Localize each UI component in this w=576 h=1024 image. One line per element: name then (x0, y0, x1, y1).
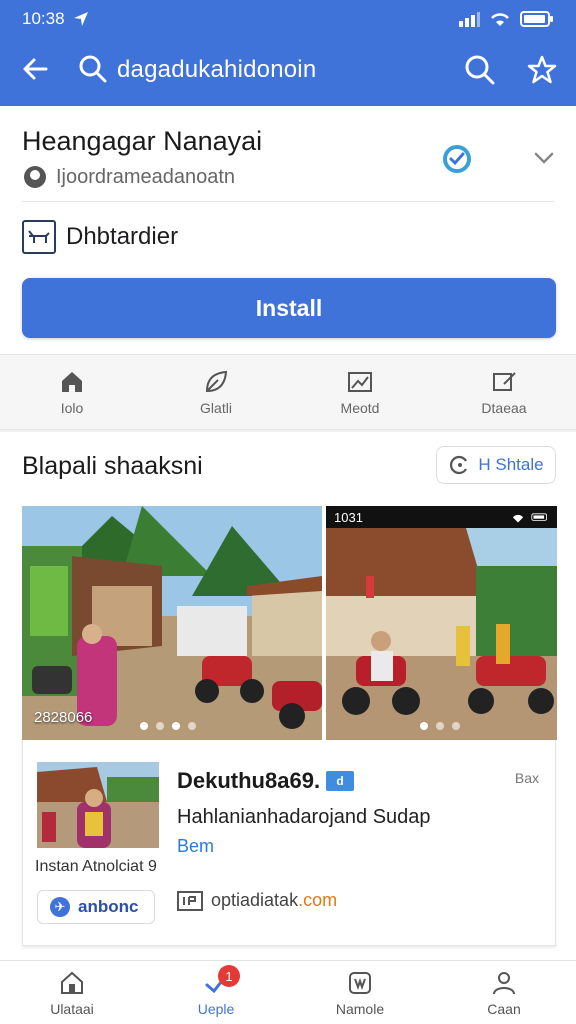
bottom-navigation: Ulataai 1 Ueple Namole Caan (0, 960, 576, 1024)
website-icon (177, 890, 203, 911)
divider (22, 201, 554, 202)
app-header-card: Heangagar Nanayai Ijoordrameadanoatn Dhb… (0, 106, 576, 354)
apps-icon (349, 971, 371, 994)
website-row[interactable]: optiadiatak.com (177, 890, 337, 911)
profile-icon (493, 971, 515, 994)
notification-badge: 1 (218, 965, 240, 987)
info-title-row: Dekuthu8a69. d (177, 768, 355, 794)
share-icon (450, 455, 468, 475)
market-scene-image (326, 506, 557, 740)
badge-label: anbonc (78, 897, 139, 916)
verified-badge-icon (443, 145, 471, 173)
edit-icon (493, 372, 516, 391)
signal-icon (459, 12, 480, 27)
carousel-dot[interactable] (420, 722, 428, 730)
action-leaf[interactable]: Glatli (144, 355, 288, 429)
info-subtitle: Hahlanianhadarojand Sudap (177, 806, 431, 828)
battery-icon (509, 511, 549, 524)
badge-button[interactable]: ✈ anbonc (37, 890, 155, 924)
nav-item-updates[interactable]: 1 Ueple (144, 961, 288, 1024)
action-row: Iolo Glatli Meotd Dtaeaa (0, 354, 576, 430)
nav-label: Ulataai (50, 1000, 94, 1017)
developer-logo-icon (22, 220, 56, 254)
info-size: Bax (514, 770, 539, 786)
info-icon (24, 166, 46, 188)
carousel-dots[interactable] (420, 722, 460, 730)
search-button-icon[interactable] (464, 54, 496, 86)
location-icon (73, 12, 88, 26)
carousel-dot[interactable] (140, 722, 148, 730)
chevron-down-icon[interactable] (530, 144, 558, 172)
screenshot-status-bar: 1031 (326, 506, 557, 528)
action-label: Glatli (200, 400, 232, 416)
nav-label: Caan (487, 1000, 521, 1017)
carousel-dot[interactable] (188, 722, 196, 730)
info-title: Dekuthu8a69. (177, 768, 321, 793)
image-icon (348, 372, 372, 392)
star-icon[interactable] (526, 54, 558, 86)
nav-label: Ueple (197, 1000, 235, 1017)
nav-item-apps[interactable]: Namole (288, 961, 432, 1024)
share-label: H Shtale (478, 455, 544, 474)
street-scene-image (22, 506, 322, 740)
status-time: 10:38 (22, 9, 65, 28)
screenshot-label: 2828066 (34, 709, 93, 726)
action-label: Meotd (340, 400, 380, 416)
action-label: Iolo (60, 400, 84, 416)
wifi-icon (491, 13, 509, 26)
app-subtitle: Ijoordrameadanoatn (56, 165, 236, 188)
nav-label: Namole (335, 1000, 385, 1017)
section-title: Blapali shaaksni (22, 452, 203, 480)
action-media[interactable]: Meotd (288, 355, 432, 429)
install-button[interactable]: Install (22, 278, 556, 338)
home-icon (62, 372, 82, 392)
info-thumbnail (37, 762, 159, 848)
nav-item-home[interactable]: Ulataai (0, 961, 144, 1024)
action-edit[interactable]: Dtaeaa (432, 355, 576, 429)
screenshot-time: 1031 (334, 509, 363, 525)
nav-item-profile[interactable]: Caan (432, 961, 576, 1024)
carousel-dot[interactable] (156, 722, 164, 730)
developer-name: Dhbtardier (66, 223, 179, 250)
carousel-dot[interactable] (452, 722, 460, 730)
battery-icon (520, 11, 553, 27)
status-bar: 10:38 (22, 8, 554, 30)
website-prefix: optiadiatak (211, 890, 299, 910)
plane-icon: ✈ (50, 897, 70, 917)
carousel-dots[interactable] (140, 722, 196, 730)
home-icon (61, 971, 83, 994)
screenshot-image-2[interactable]: 1031 (326, 506, 557, 740)
carousel-dot[interactable] (172, 722, 180, 730)
top-app-bar: 10:38 dagadukahidonoin (0, 0, 576, 106)
developer-row[interactable]: Dhbtardier (22, 220, 178, 254)
app-title: Heangagar Nanayai (22, 126, 263, 156)
carousel-dot[interactable] (436, 722, 444, 730)
info-tag: d (326, 771, 355, 791)
info-caption: Instan Atnolciat 9 (35, 858, 157, 875)
search-query[interactable]: dagadukahidonoin (117, 56, 316, 84)
share-button[interactable]: H Shtale (436, 446, 556, 484)
leaf-icon (205, 370, 228, 393)
action-home[interactable]: Iolo (0, 355, 144, 429)
screenshots-section: Blapali shaaksni H Shtale 2828066 1031 I… (0, 432, 576, 960)
info-card[interactable]: Instan Atnolciat 9 ✈ anbonc Dekuthu8a69.… (22, 740, 556, 946)
screenshot-image-1[interactable]: 2828066 (22, 506, 322, 740)
action-label: Dtaeaa (481, 400, 527, 416)
back-arrow-icon[interactable] (18, 52, 52, 86)
search-icon (79, 55, 107, 83)
website-domain: .com (298, 890, 338, 910)
info-link[interactable]: Bem (177, 836, 214, 857)
app-subtitle-row: Ijoordrameadanoatn (22, 164, 235, 190)
